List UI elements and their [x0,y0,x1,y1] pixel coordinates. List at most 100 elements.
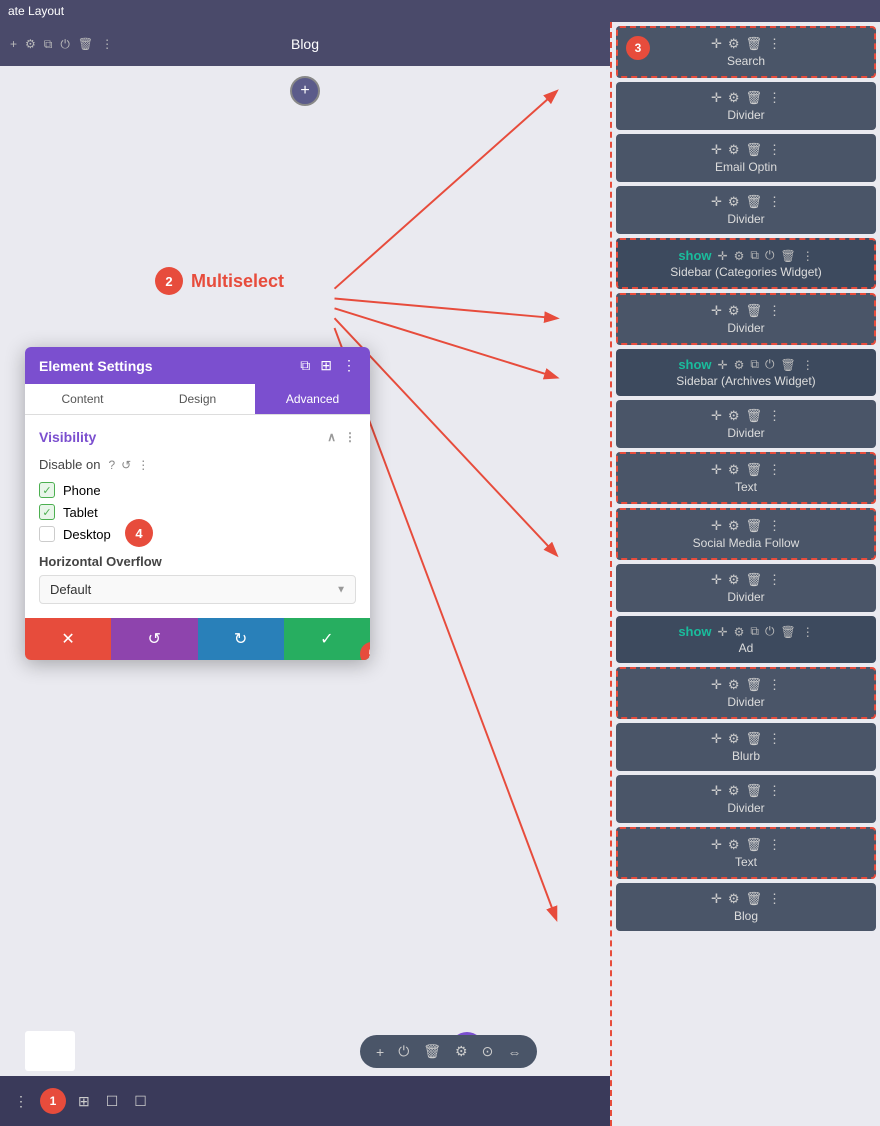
widget-divider4[interactable]: ✛ ⚙ 🗑 ⋮ Divider [616,400,876,448]
widget-divider2[interactable]: ✛ ⚙ 🗑 ⋮ Divider [616,186,876,234]
w-move-icon[interactable]: ✛ [711,518,722,534]
w-move-icon[interactable]: ✛ [711,142,722,158]
w-gear-icon[interactable]: ⚙ [734,249,745,263]
widget-divider5[interactable]: ✛ ⚙ 🗑 ⋮ Divider [616,564,876,612]
w-gear-icon[interactable]: ⚙ [728,36,740,52]
chevron-up-icon[interactable]: ∧ [327,430,336,444]
w-dots-icon[interactable]: ⋮ [802,249,814,263]
overflow-select[interactable]: Default Hidden Scroll Auto Visible [39,575,356,604]
w-trash-icon[interactable]: 🗑 [746,891,763,907]
w-dots-icon[interactable]: ⋮ [802,358,814,372]
phone-checkbox[interactable]: ✓ [39,482,55,498]
bottom-active-num[interactable]: 1 [40,1088,66,1114]
w-gear-icon[interactable]: ⚙ [728,90,740,106]
w-dots-icon[interactable]: ⋮ [768,731,781,747]
w-dots-icon[interactable]: ⋮ [802,625,814,639]
w-dots-icon[interactable]: ⋮ [768,518,781,534]
w-move-icon[interactable]: ✛ [711,90,722,106]
widget-blurb[interactable]: ✛ ⚙ 🗑 ⋮ Blurb [616,723,876,771]
tablet-checkbox[interactable]: ✓ [39,504,55,520]
overflow-select-wrapper[interactable]: Default Hidden Scroll Auto Visible ▼ [39,575,356,604]
w-move-icon[interactable]: ✛ [711,303,722,319]
bottom-mobile-icon[interactable]: ☐ [130,1089,151,1114]
trash-icon[interactable]: 🗑 [78,37,93,51]
w-move-icon[interactable]: ✛ [711,36,722,52]
ft-gear-icon[interactable]: ⚙ [455,1043,468,1060]
section-dots-icon[interactable]: ⋮ [344,430,356,444]
w-move-icon[interactable]: ✛ [711,462,722,478]
w-trash-icon[interactable]: 🗑 [746,36,763,52]
w-dots-icon[interactable]: ⋮ [768,837,781,853]
cancel-button[interactable]: ✕ [25,618,111,660]
bottom-grid-icon[interactable]: ⊞ [74,1089,94,1114]
ft-circle-icon[interactable]: ⊙ [482,1043,494,1060]
ft-resize-icon[interactable]: ⇔ [507,1044,521,1060]
confirm-button[interactable]: ✓ 5 [284,618,370,660]
w-trash-icon[interactable]: 🗑 [746,90,763,106]
w-gear-icon[interactable]: ⚙ [728,194,740,210]
w-trash-icon[interactable]: 🗑 [746,783,763,799]
w-trash-icon[interactable]: 🗑 [780,249,795,263]
w-trash-icon[interactable]: 🗑 [780,625,795,639]
w-gear-icon[interactable]: ⚙ [728,303,740,319]
w-trash-icon[interactable]: 🗑 [746,837,763,853]
add-section-button[interactable]: + [290,76,320,106]
copy-icon[interactable]: ⧉ [44,37,53,52]
w-gear-icon[interactable]: ⚙ [728,731,740,747]
expand-icon[interactable]: ⧉ [300,357,310,374]
w-trash-icon[interactable]: 🗑 [746,194,763,210]
w-move-icon[interactable]: ✛ [711,572,722,588]
tab-content[interactable]: Content [25,384,140,414]
w-move-icon[interactable]: ✛ [711,731,722,747]
widget-blog[interactable]: ✛ ⚙ 🗑 ⋮ Blog [616,883,876,931]
widget-text2[interactable]: ✛ ⚙ 🗑 ⋮ Text [616,827,876,879]
plus-icon[interactable]: + [10,37,17,51]
w-trash-icon[interactable]: 🗑 [746,677,763,693]
help-icon[interactable]: ? [108,458,115,472]
w-dots-icon[interactable]: ⋮ [768,677,781,693]
w-move-icon[interactable]: ✛ [711,677,722,693]
gear-icon[interactable]: ⚙ [25,37,36,51]
w-copy-icon[interactable]: ⧉ [750,248,759,263]
w-move-icon[interactable]: ✛ [718,358,728,372]
w-gear-icon[interactable]: ⚙ [728,837,740,853]
more-icon[interactable]: ⋮ [342,357,356,374]
widget-search[interactable]: 3 ✛ ⚙ 🗑 ⋮ Search [616,26,876,78]
w-move-icon[interactable]: ✛ [711,783,722,799]
w-gear-icon[interactable]: ⚙ [734,625,745,639]
w-gear-icon[interactable]: ⚙ [728,891,740,907]
ft-plus-icon[interactable]: + [376,1044,384,1060]
bottom-dots-icon[interactable]: ⋮ [10,1089,32,1114]
w-move-icon[interactable]: ✛ [711,194,722,210]
w-dots-icon[interactable]: ⋮ [768,142,781,158]
w-dots-icon[interactable]: ⋮ [768,90,781,106]
w-dots-icon[interactable]: ⋮ [768,891,781,907]
widget-divider3[interactable]: ✛ ⚙ 🗑 ⋮ Divider [616,293,876,345]
w-gear-icon[interactable]: ⚙ [728,142,740,158]
w-trash-icon[interactable]: 🗑 [780,358,795,372]
w-dots-icon[interactable]: ⋮ [768,408,781,424]
w-gear-icon[interactable]: ⚙ [728,783,740,799]
redo-button[interactable]: ↻ [198,618,284,660]
w-dots-icon[interactable]: ⋮ [768,36,781,52]
w-trash-icon[interactable]: 🗑 [746,142,763,158]
dots-icon[interactable]: ⋮ [101,37,113,51]
bottom-desktop-icon[interactable]: ☐ [102,1089,123,1114]
w-trash-icon[interactable]: 🗑 [746,518,763,534]
ft-trash-icon[interactable]: 🗑 [423,1043,441,1060]
widget-email-optin[interactable]: ✛ ⚙ 🗑 ⋮ Email Optin [616,134,876,182]
widget-ad[interactable]: show ✛ ⚙ ⧉ ⏻ 🗑 ⋮ Ad [616,616,876,663]
w-copy-icon[interactable]: ⧉ [750,357,759,372]
ft-power-icon[interactable]: ⏻ [398,1043,409,1060]
w-gear-icon[interactable]: ⚙ [734,358,745,372]
w-dots-icon[interactable]: ⋮ [768,194,781,210]
w-move-icon[interactable]: ✛ [711,891,722,907]
widget-divider7[interactable]: ✛ ⚙ 🗑 ⋮ Divider [616,775,876,823]
widget-divider1[interactable]: ✛ ⚙ 🗑 ⋮ Divider [616,82,876,130]
w-dots-icon[interactable]: ⋮ [768,462,781,478]
w-move-icon[interactable]: ✛ [718,249,728,263]
w-gear-icon[interactable]: ⚙ [728,462,740,478]
w-trash-icon[interactable]: 🗑 [746,408,763,424]
w-gear-icon[interactable]: ⚙ [728,518,740,534]
w-power-icon[interactable]: ⏻ [765,248,775,263]
